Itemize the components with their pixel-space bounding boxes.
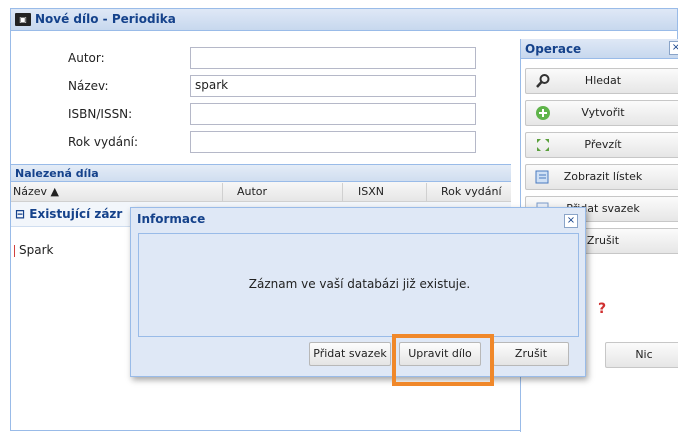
year-input[interactable] <box>190 131 476 153</box>
col-divider <box>222 183 223 201</box>
col-isxn[interactable]: ISXN <box>358 185 384 198</box>
dialog-title: Informace <box>137 212 206 226</box>
highlight-box <box>392 334 494 386</box>
grid-header: Název ▲ Autor ISXN Rok vydání <box>11 182 511 202</box>
author-label: Autor: <box>68 51 105 65</box>
author-input[interactable] <box>190 47 476 69</box>
info-dialog: Informace × Záznam ve vaší databázi již … <box>130 207 586 377</box>
row-name: Spark <box>19 243 54 257</box>
isbn-input[interactable] <box>190 103 476 125</box>
col-author[interactable]: Autor <box>237 185 267 198</box>
collapse-icon[interactable]: ⊟ <box>15 207 25 221</box>
nothing-button[interactable]: Nic <box>605 342 678 368</box>
show-card-button[interactable]: Zobrazit lístek <box>525 164 678 190</box>
name-input[interactable]: spark <box>190 75 476 97</box>
dialog-body: Záznam ve vaší databázi již existuje. <box>138 233 579 337</box>
dialog-close-icon[interactable]: × <box>564 214 578 228</box>
group-label: ⊟ Existující zázr <box>15 207 123 221</box>
operations-close-icon[interactable]: × <box>669 41 678 55</box>
window-title: Nové dílo - Periodika <box>35 12 176 26</box>
take-over-button[interactable]: Převzít <box>525 132 678 158</box>
add-volume-dialog-button[interactable]: Přidat svazek <box>309 342 391 366</box>
search-button[interactable]: Hledat <box>525 68 678 94</box>
title-bar: ▣ Nové dílo - Periodika <box>11 9 677 31</box>
error-mark-icon: ? <box>598 301 607 317</box>
year-label: Rok vydání: <box>68 135 139 149</box>
app-icon: ▣ <box>15 13 31 26</box>
create-button[interactable]: Vytvořit <box>525 100 678 126</box>
operations-header: Operace × <box>521 39 678 59</box>
operations-title: Operace <box>525 42 582 56</box>
col-divider <box>342 183 343 201</box>
name-label: Název: <box>68 79 109 93</box>
col-year[interactable]: Rok vydání <box>441 185 502 198</box>
cancel-dialog-button[interactable]: Zrušit <box>493 342 569 366</box>
found-works-header: Nalezená díla <box>11 164 511 182</box>
dialog-message: Záznam ve vaší databázi již existuje. <box>248 277 471 291</box>
col-divider <box>426 183 427 201</box>
isbn-label: ISBN/ISSN: <box>68 107 133 121</box>
col-name[interactable]: Název ▲ <box>13 185 59 198</box>
row-marker <box>14 245 15 257</box>
